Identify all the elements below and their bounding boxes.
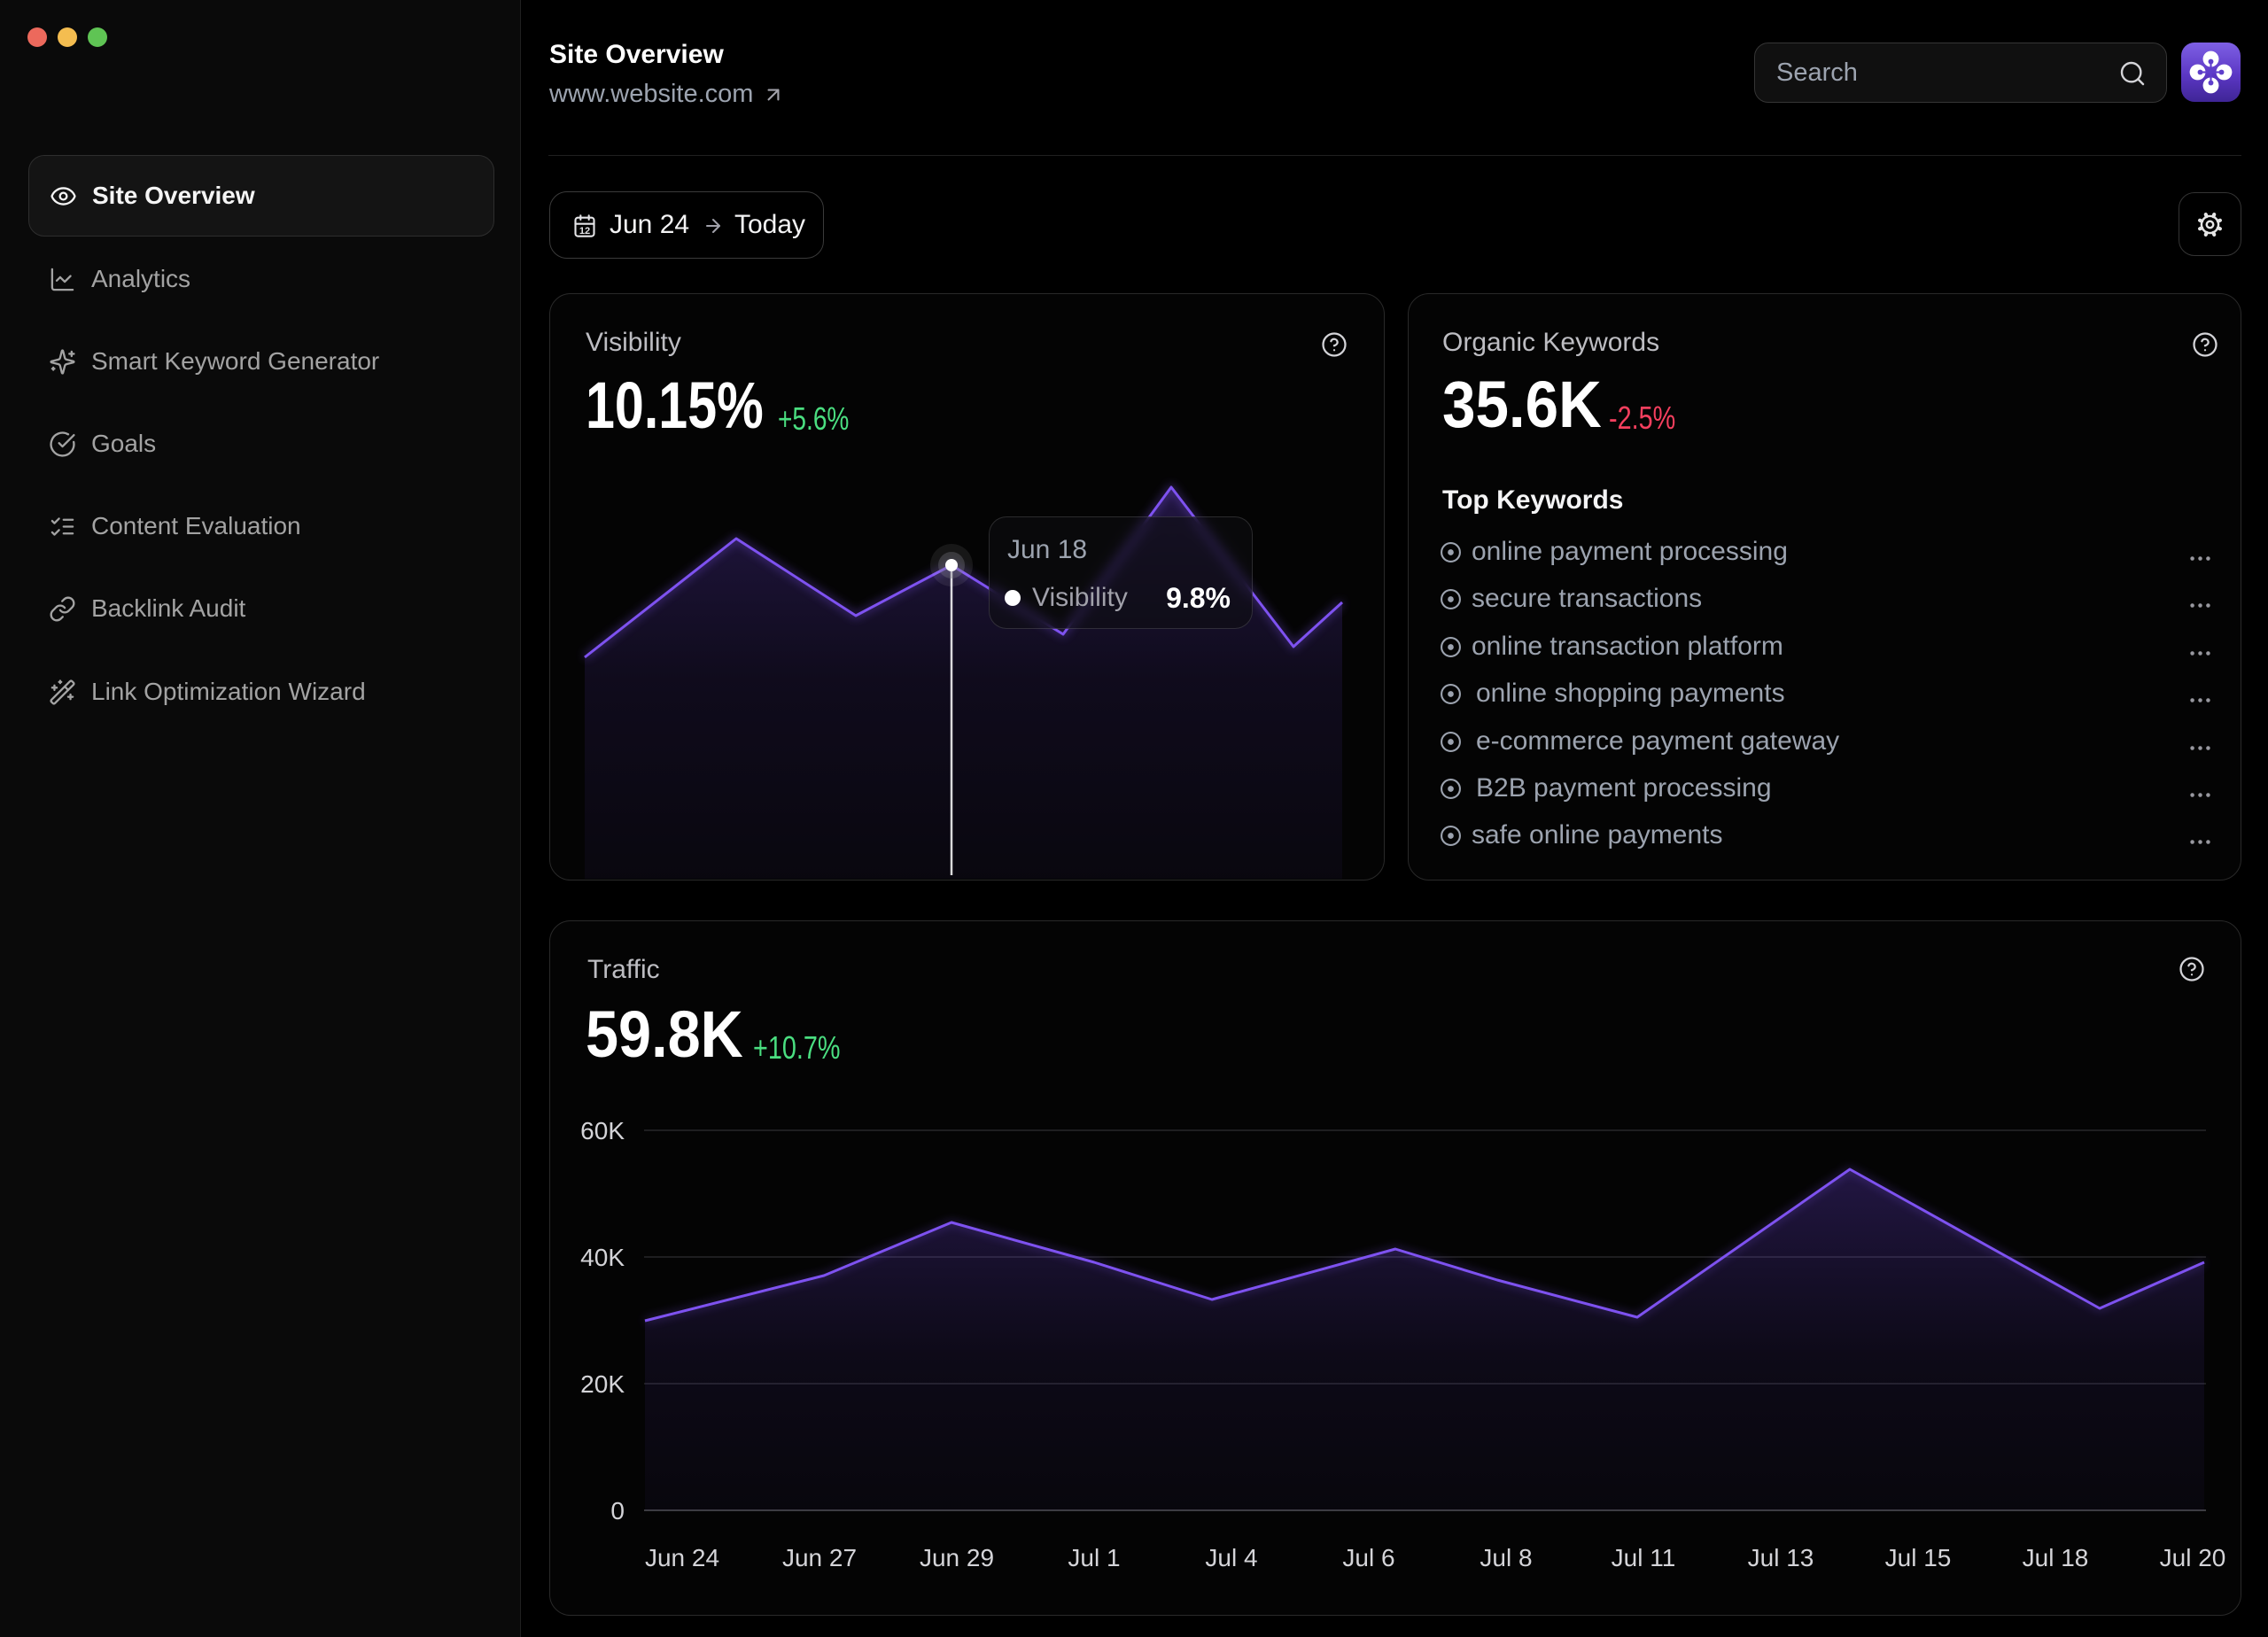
- svg-text:12: 12: [579, 226, 590, 237]
